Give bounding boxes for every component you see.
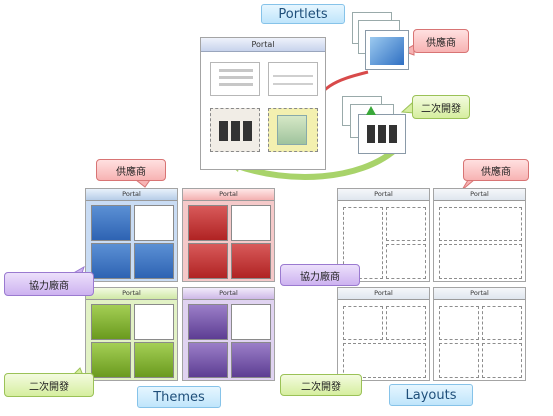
layout-region xyxy=(439,306,479,340)
layouts-section-title: Layouts xyxy=(389,384,473,406)
layout-portal-2: Portal xyxy=(433,188,526,282)
theme-blue-portal: Portal xyxy=(85,188,178,282)
layouts-vendor-callout: 供應商 xyxy=(463,159,529,181)
layout-region xyxy=(386,306,426,340)
callout-text: 協力廠商 xyxy=(29,280,69,292)
theme-purple-portal: Portal xyxy=(182,287,275,381)
layout-portal-title: Portal xyxy=(338,288,429,300)
layout-region xyxy=(343,306,383,340)
theme-tile xyxy=(231,304,271,340)
callout-text: 二次開發 xyxy=(29,381,69,393)
portlets-title-text: Portlets xyxy=(278,6,328,22)
theme-portal-title: Portal xyxy=(183,288,274,300)
layout-portal-title: Portal xyxy=(434,189,525,201)
callout-text: 供應商 xyxy=(426,37,456,49)
theme-tile xyxy=(134,304,174,340)
layout-region xyxy=(482,343,522,378)
theme-tile xyxy=(188,243,228,279)
up-arrow-icon xyxy=(366,106,376,115)
list-portlet-placeholder xyxy=(268,62,318,96)
theme-green-portal: Portal xyxy=(85,287,178,381)
callout-text: 二次開發 xyxy=(421,103,461,115)
themes-vendor-callout: 供應商 xyxy=(96,159,166,181)
theme-tile xyxy=(134,342,174,378)
layout-portal-3: Portal xyxy=(337,287,430,381)
layout-region xyxy=(343,343,426,378)
layouts-title-text: Layouts xyxy=(405,387,457,403)
themes-section-title: Themes xyxy=(137,386,221,408)
callout-text: 供應商 xyxy=(116,166,146,178)
theme-tile xyxy=(231,205,271,241)
portlets-section-title: Portlets xyxy=(261,4,345,24)
list-portlet-placeholder xyxy=(210,62,260,96)
layout-region xyxy=(386,207,426,241)
main-portal-window: Portal xyxy=(200,37,326,170)
layouts-partner-callout: 協力廠商 xyxy=(280,264,360,286)
layout-portal-title: Portal xyxy=(338,189,429,201)
secondary-dev-callout: 二次開發 xyxy=(412,95,470,119)
theme-tile xyxy=(231,342,271,378)
vendor-portlet xyxy=(365,30,409,70)
inserted-vendor-portlet xyxy=(268,108,318,152)
theme-portal-title: Portal xyxy=(86,189,177,201)
layout-region xyxy=(386,244,426,279)
theme-portal-title: Portal xyxy=(183,189,274,201)
theme-red-portal: Portal xyxy=(182,188,275,282)
theme-tile xyxy=(188,205,228,241)
themes-title-text: Themes xyxy=(153,389,205,405)
themes-secondary-callout: 二次開發 xyxy=(4,373,94,397)
layouts-secondary-callout: 二次開發 xyxy=(280,374,362,396)
layout-portal-title: Portal xyxy=(434,288,525,300)
theme-portal-title: Portal xyxy=(86,288,177,300)
theme-tile xyxy=(91,304,131,340)
secondary-portlet xyxy=(358,114,406,154)
vendor-callout: 供應商 xyxy=(413,29,469,53)
theme-tile xyxy=(91,243,131,279)
layout-region xyxy=(439,343,479,378)
callout-text: 二次開發 xyxy=(301,381,341,393)
layout-region xyxy=(439,244,522,279)
theme-tile xyxy=(91,205,131,241)
theme-tile xyxy=(91,342,131,378)
theme-tile xyxy=(231,243,271,279)
callout-tail xyxy=(134,179,151,188)
themes-partner-callout: 協力廠商 xyxy=(4,272,94,296)
callout-text: 供應商 xyxy=(481,166,511,178)
theme-tile xyxy=(134,243,174,279)
server-portlet xyxy=(210,108,260,152)
main-portal-title: Portal xyxy=(201,38,325,52)
layout-region xyxy=(482,306,522,340)
theme-tile xyxy=(188,342,228,378)
theme-tile xyxy=(134,205,174,241)
callout-text: 協力廠商 xyxy=(300,271,340,283)
layout-region xyxy=(439,207,522,241)
layout-portal-4: Portal xyxy=(433,287,526,381)
theme-tile xyxy=(188,304,228,340)
